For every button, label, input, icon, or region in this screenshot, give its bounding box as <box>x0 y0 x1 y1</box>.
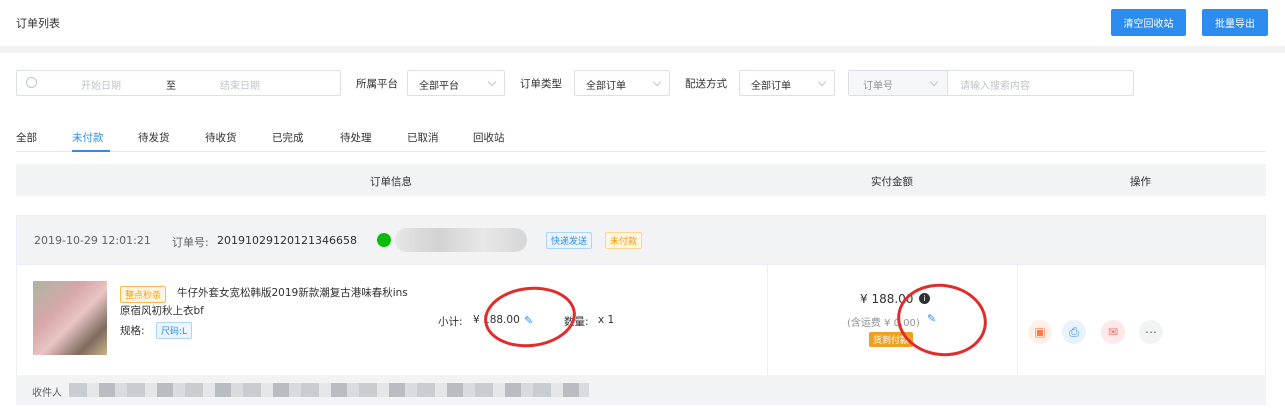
platform-value: 全部平台 <box>419 81 459 92</box>
status-tabs: 全部 未付款 待发货 待收货 已完成 待处理 已取消 回收站 <box>16 130 1266 152</box>
message-icon[interactable]: ✉ <box>1101 320 1125 344</box>
page-title: 订单列表 <box>16 17 60 30</box>
column-divider <box>767 265 768 375</box>
wechat-icon <box>377 233 391 247</box>
col-actions: 操作 <box>1130 176 1151 188</box>
chevron-down-icon <box>817 77 827 87</box>
order-type-label: 订单类型 <box>520 78 562 90</box>
spec-label: 规格: <box>120 325 145 337</box>
clock-icon <box>26 77 37 88</box>
tab-to-receive[interactable]: 待收货 <box>205 130 237 145</box>
tab-cancelled[interactable]: 已取消 <box>407 130 439 145</box>
chevron-down-icon <box>929 77 939 87</box>
blurred-buyer-name <box>395 228 527 252</box>
flash-sale-tag: 整点秒杀 <box>120 286 167 303</box>
ship-icon[interactable]: ▣ <box>1028 320 1052 344</box>
subtotal-label: 小计: <box>438 316 463 328</box>
search-field-select[interactable]: 订单号 <box>849 71 948 95</box>
order-footer: 收件人 <box>16 375 1266 405</box>
search-field-value: 订单号 <box>863 81 893 92</box>
order-number: 20191029120121346658 <box>217 234 357 247</box>
tab-to-ship[interactable]: 待发货 <box>138 130 170 145</box>
table-header: 订单信息 实付金额 操作 <box>16 164 1266 196</box>
order-header: 2019-10-29 12:01:21 订单号: 201910291201213… <box>16 215 1266 265</box>
top-bar: 订单列表 清空回收站 批量导出 <box>0 0 1285 46</box>
active-tab-indicator <box>72 150 110 152</box>
tab-unpaid[interactable]: 未付款 <box>72 130 104 145</box>
date-range-picker[interactable]: 开始日期 至 结束日期 <box>16 70 341 96</box>
col-paid-amount: 实付金额 <box>871 176 913 188</box>
delivery-select[interactable]: 全部订单 <box>739 70 835 96</box>
spec-tag: 尺码:L <box>156 322 193 339</box>
platform-label: 所属平台 <box>356 78 398 90</box>
chevron-down-icon <box>652 77 662 87</box>
order-type-select[interactable]: 全部订单 <box>574 70 670 96</box>
qty-value: x 1 <box>598 314 615 326</box>
delivery-label: 配送方式 <box>685 78 727 90</box>
status-tag: 未付款 <box>605 232 643 249</box>
blurred-receiver-info <box>69 383 589 397</box>
product-image[interactable] <box>33 281 107 355</box>
chevron-down-icon <box>487 77 497 87</box>
start-date-input[interactable]: 开始日期 <box>81 77 121 92</box>
order-type-value: 全部订单 <box>586 81 626 92</box>
col-order-info: 订单信息 <box>370 176 412 188</box>
clear-recycle-button[interactable]: 清空回收站 <box>1111 9 1186 36</box>
tab-recycle[interactable]: 回收站 <box>473 130 505 145</box>
end-date-input[interactable]: 结束日期 <box>220 77 260 92</box>
product-title-line2[interactable]: 原宿风初秋上衣bf <box>120 303 204 318</box>
column-divider <box>1017 265 1018 375</box>
more-icon[interactable]: ⋯ <box>1139 320 1163 344</box>
order-body: 整点秒杀 牛仔外套女宽松韩版2019新款潮复古港味春秋ins 原宿风初秋上衣bf… <box>16 265 1266 375</box>
order-no-label: 订单号: <box>172 236 209 249</box>
delivery-tag: 快递发送 <box>546 232 593 249</box>
tab-all[interactable]: 全部 <box>16 130 37 145</box>
product-title-line1[interactable]: 牛仔外套女宽松韩版2019新款潮复古港味春秋ins <box>177 285 408 300</box>
order-datetime: 2019-10-29 12:01:21 <box>34 234 151 247</box>
platform-select[interactable]: 全部平台 <box>407 70 505 96</box>
batch-export-button[interactable]: 批量导出 <box>1202 9 1268 36</box>
receiver-label: 收件人 <box>32 388 62 399</box>
search-input[interactable]: 请输入搜索内容 <box>960 77 1030 92</box>
delivery-value: 全部订单 <box>751 81 791 92</box>
tab-completed[interactable]: 已完成 <box>272 130 304 145</box>
print-icon[interactable]: ⎙ <box>1062 320 1086 344</box>
range-separator: 至 <box>166 81 176 92</box>
tab-pending[interactable]: 待处理 <box>340 130 372 145</box>
search-group: 订单号 请输入搜索内容 <box>848 70 1134 96</box>
